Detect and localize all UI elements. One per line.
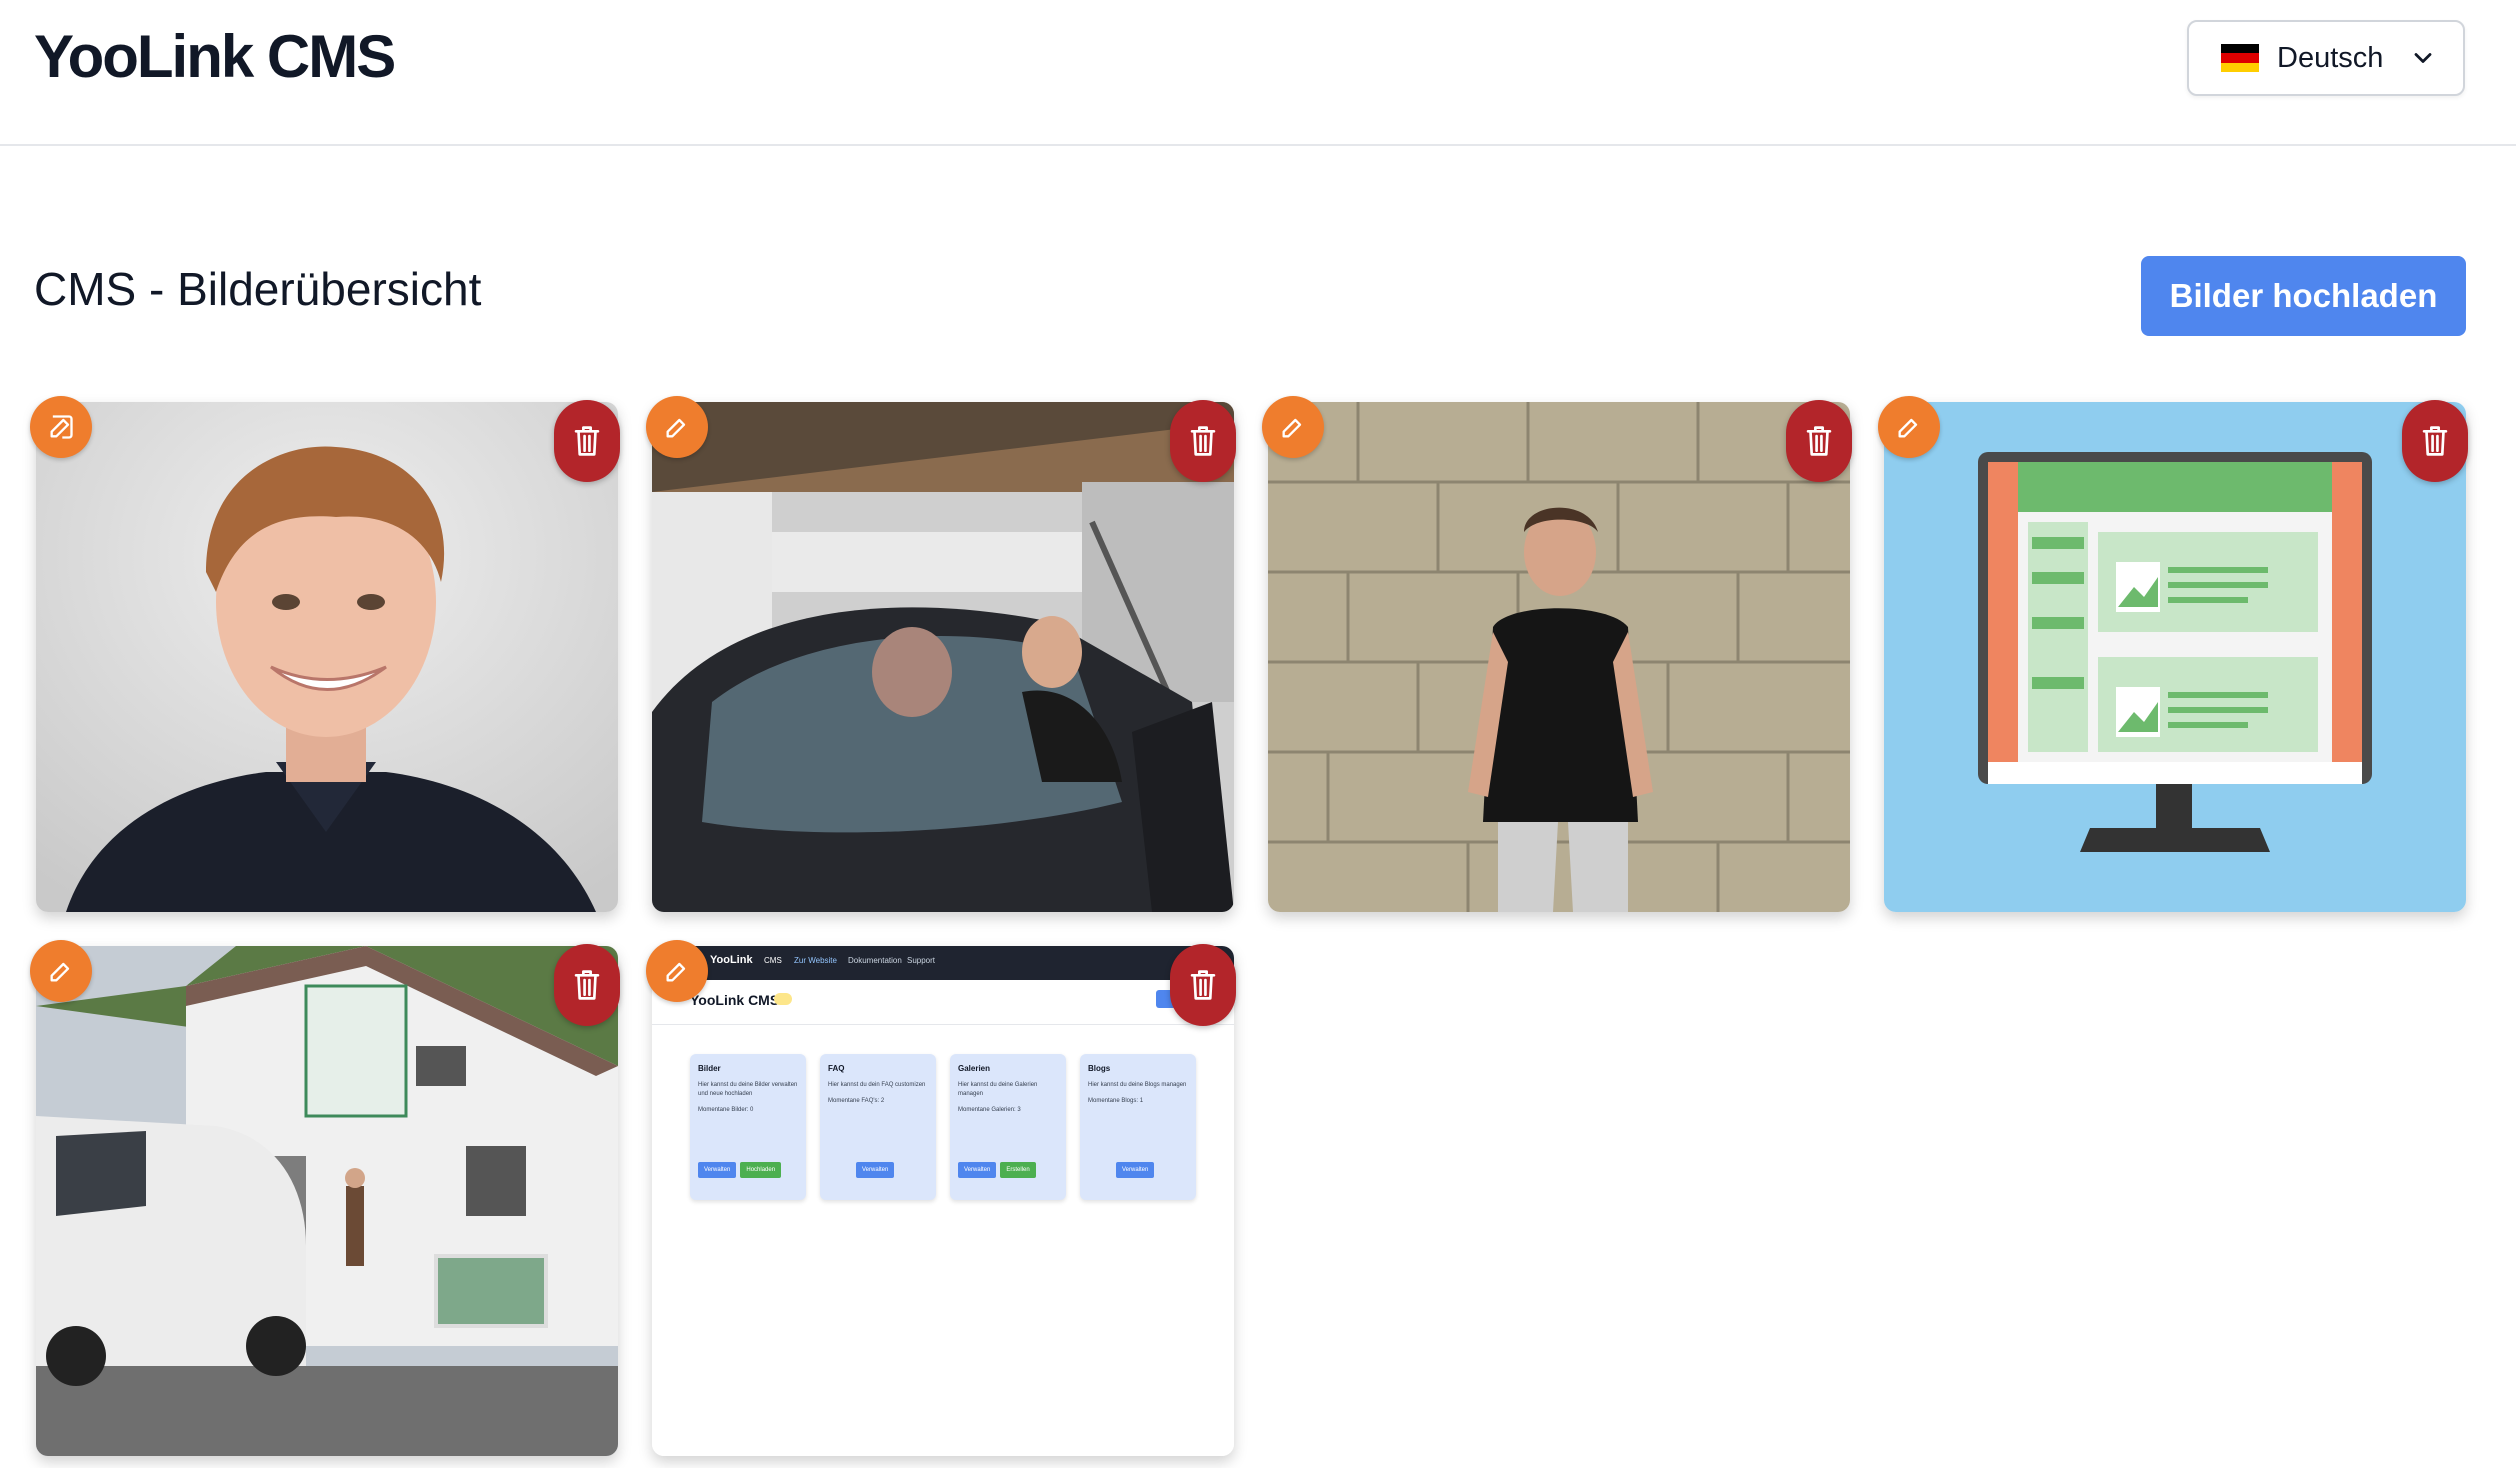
preview-card-text: Hier kannst du deine Galerien managen [958, 1082, 1038, 1097]
preview-manage-button: Verwalten [958, 1162, 997, 1178]
preview-card-text: Hier kannst du deine Blogs managen [1088, 1082, 1187, 1088]
preview-card-count: Momentane FAQ's: 2 [828, 1098, 885, 1104]
edit-button[interactable] [30, 940, 92, 1002]
preview-nav-docs: Dokumentation [848, 956, 902, 965]
preview-manage-button: Verwalten [1116, 1162, 1155, 1178]
page-title: CMS - Bilderübersicht [34, 263, 482, 315]
preview-navbar: YooLink CMS Zur Website Dokumentation Su… [652, 946, 1234, 980]
preview-card-title: Blogs [1088, 1064, 1111, 1073]
image-card [1262, 396, 1852, 912]
image-thumbnail[interactable]: YooLink CMS Zur Website Dokumentation Su… [652, 946, 1234, 1456]
trash-icon [1806, 426, 1832, 456]
delete-button[interactable] [554, 400, 620, 482]
delete-button[interactable] [1170, 400, 1236, 482]
delete-button[interactable] [1786, 400, 1852, 482]
preview-nav-website: Zur Website [794, 956, 837, 965]
preview-badge [774, 993, 792, 1005]
edit-button[interactable] [646, 940, 708, 1002]
image-thumbnail[interactable] [36, 946, 618, 1456]
image-thumbnail[interactable] [36, 402, 618, 912]
german-flag-icon [2221, 44, 2259, 72]
edit-button[interactable] [1878, 396, 1940, 458]
edit-icon [666, 962, 686, 982]
trash-icon [1190, 970, 1216, 1000]
preview-create-button: Erstellen [1000, 1162, 1036, 1178]
preview-title: YooLink CMS [690, 992, 780, 1008]
preview-card-images: Bilder Hier kannst du deine Bilder verwa… [690, 1054, 806, 1200]
upload-images-button[interactable]: Bilder hochladen [2141, 256, 2466, 336]
trash-icon [574, 970, 600, 1000]
language-label: Deutsch [2277, 41, 2384, 74]
image-thumbnail[interactable] [1268, 402, 1850, 912]
preview-nav-cms: CMS [764, 956, 782, 965]
preview-card-text: Hier kannst du dein FAQ customizen [828, 1082, 926, 1088]
trash-icon [1190, 426, 1216, 456]
chevron-down-icon [2414, 53, 2432, 63]
preview-card-text: Hier kannst du deine Bilder verwalten un… [698, 1082, 798, 1097]
language-selector[interactable]: Deutsch [2187, 20, 2465, 96]
preview-card-blogs: Blogs Hier kannst du deine Blogs managen… [1080, 1054, 1196, 1200]
delete-button[interactable] [554, 944, 620, 1026]
edit-icon [1282, 418, 1302, 438]
preview-manage-button: Verwalten [698, 1162, 737, 1178]
preview-card-title: FAQ [828, 1064, 845, 1073]
edit-button[interactable] [30, 396, 92, 458]
preview-card-count: Momentane Blogs: 1 [1088, 1098, 1144, 1104]
edit-button[interactable] [646, 396, 708, 458]
preview-card-galleries: Galerien Hier kannst du deine Galerien m… [950, 1054, 1066, 1200]
preview-card-title: Galerien [958, 1064, 991, 1073]
trash-icon [2422, 426, 2448, 456]
image-card [30, 940, 620, 1456]
edit-icon [49, 415, 73, 439]
delete-button[interactable] [2402, 400, 2468, 482]
image-card [30, 396, 620, 912]
preview-brand: YooLink [710, 954, 753, 966]
preview-manage-button: Verwalten [856, 1162, 895, 1178]
preview-card-faq: FAQ Hier kannst du dein FAQ customizen M… [820, 1054, 936, 1200]
preview-card-count: Momentane Bilder: 0 [698, 1107, 754, 1113]
preview-card-title: Bilder [698, 1064, 721, 1073]
edit-icon [1898, 418, 1918, 438]
edit-icon [50, 962, 70, 982]
preview-divider [652, 1024, 1234, 1025]
image-card [646, 396, 1236, 912]
preview-card-count: Momentane Galerien: 3 [958, 1107, 1021, 1113]
image-thumbnail[interactable] [1884, 402, 2466, 912]
trash-icon [574, 426, 600, 456]
preview-nav-support: Support [907, 956, 936, 965]
delete-button[interactable] [1170, 944, 1236, 1026]
edit-icon [666, 418, 686, 438]
preview-upload-button: Hochladen [740, 1162, 782, 1178]
image-card [1878, 396, 2468, 912]
image-thumbnail[interactable] [652, 402, 1234, 912]
edit-button[interactable] [1262, 396, 1324, 458]
top-bar: YooLink CMS Deutsch [0, 0, 2516, 146]
app-title: YooLink CMS [34, 23, 396, 90]
image-card: YooLink CMS Zur Website Dokumentation Su… [646, 940, 1236, 1456]
